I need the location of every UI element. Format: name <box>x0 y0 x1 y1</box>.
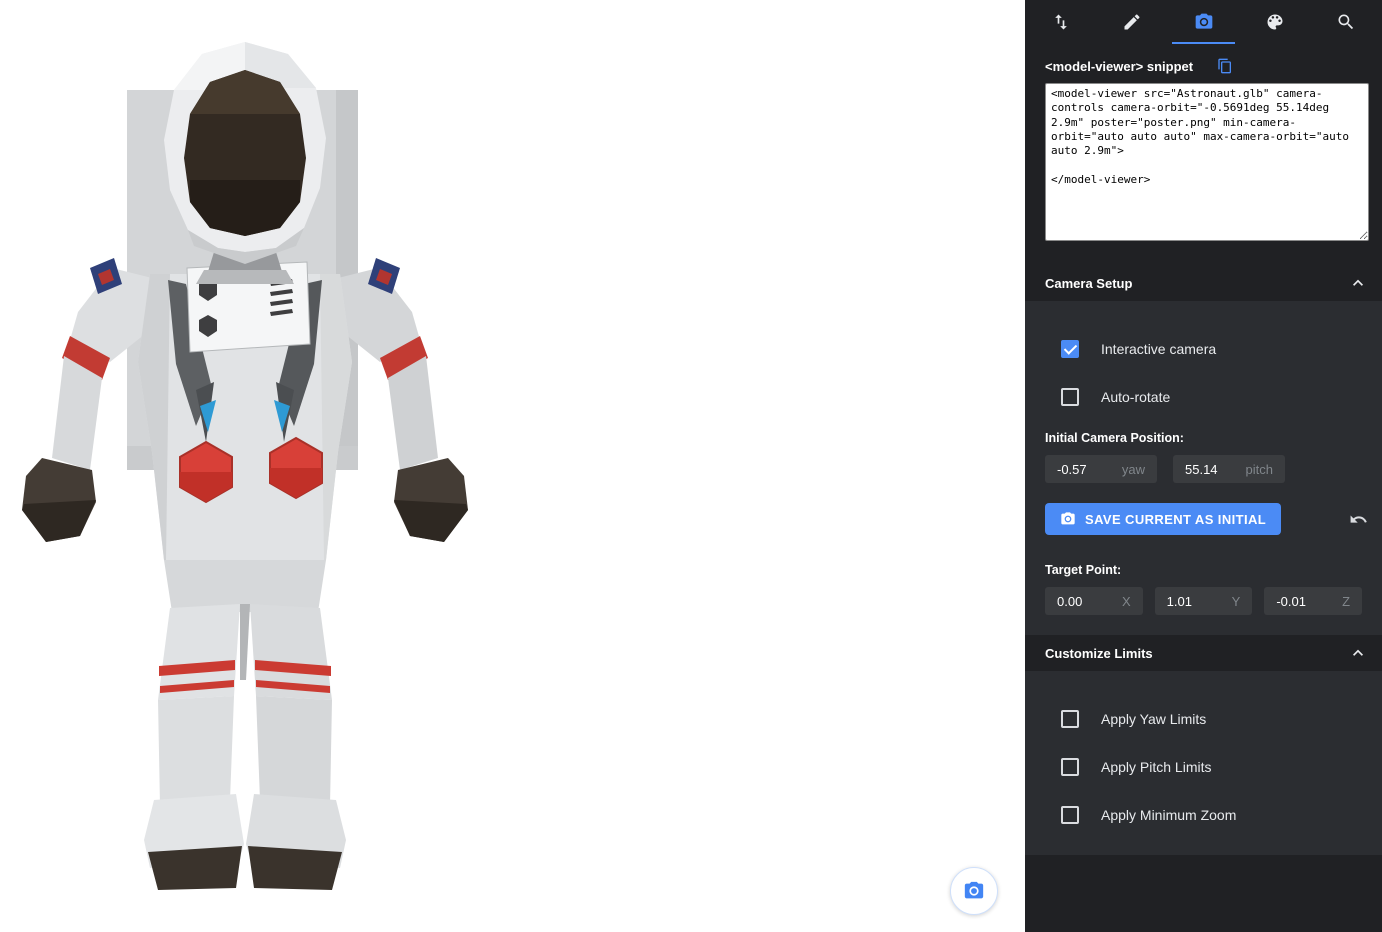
save-button-label: SAVE CURRENT AS INITIAL <box>1085 512 1266 527</box>
apply-pitch-limits-checkbox-row[interactable]: Apply Pitch Limits <box>1025 743 1382 791</box>
save-initial-row: SAVE CURRENT AS INITIAL <box>1025 483 1382 539</box>
panel-tab-bar <box>1025 0 1382 44</box>
pitch-value: 55.14 <box>1185 462 1218 477</box>
apply-yaw-limits-label: Apply Yaw Limits <box>1101 711 1206 727</box>
camera-setup-title: Camera Setup <box>1045 276 1132 291</box>
camera-icon <box>963 880 985 902</box>
yaw-suffix: yaw <box>1122 462 1145 477</box>
apply-pitch-limits-checkbox[interactable] <box>1061 758 1079 776</box>
apply-minimum-zoom-label: Apply Minimum Zoom <box>1101 807 1236 823</box>
snippet-header: <model-viewer> snippet <box>1025 44 1382 83</box>
tab-inspector[interactable] <box>1311 0 1382 44</box>
target-x-field[interactable]: 0.00 X <box>1045 587 1143 615</box>
auto-rotate-checkbox-row[interactable]: Auto-rotate <box>1025 373 1382 421</box>
target-y-field[interactable]: 1.01 Y <box>1155 587 1253 615</box>
target-point-fields: 0.00 X 1.01 Y -0.01 Z <box>1025 587 1382 615</box>
tab-file-controls[interactable] <box>1025 0 1096 44</box>
target-y-value: 1.01 <box>1167 594 1192 609</box>
target-y-suffix: Y <box>1232 594 1241 609</box>
target-x-suffix: X <box>1122 594 1131 609</box>
model-viewer-editor: <model-viewer> snippet <model-viewer src… <box>0 0 1382 932</box>
save-current-as-initial-button[interactable]: SAVE CURRENT AS INITIAL <box>1045 503 1281 535</box>
apply-pitch-limits-label: Apply Pitch Limits <box>1101 759 1211 775</box>
chevron-up-icon <box>1348 273 1368 293</box>
snippet-code-textarea[interactable]: <model-viewer src="Astronaut.glb" camera… <box>1045 83 1369 241</box>
tab-materials[interactable] <box>1239 0 1310 44</box>
pitch-field[interactable]: 55.14 pitch <box>1173 455 1285 483</box>
copy-snippet-button[interactable] <box>1217 58 1233 74</box>
customize-limits-body: Apply Yaw Limits Apply Pitch Limits Appl… <box>1025 671 1382 855</box>
interactive-camera-label: Interactive camera <box>1101 341 1216 357</box>
target-x-value: 0.00 <box>1057 594 1082 609</box>
camera-setup-header[interactable]: Camera Setup <box>1025 265 1382 301</box>
interactive-camera-checkbox[interactable] <box>1061 340 1079 358</box>
pitch-suffix: pitch <box>1246 462 1273 477</box>
snippet-title: <model-viewer> snippet <box>1045 59 1193 74</box>
chevron-up-icon <box>1348 643 1368 663</box>
apply-yaw-limits-checkbox-row[interactable]: Apply Yaw Limits <box>1025 695 1382 743</box>
tab-edit[interactable] <box>1096 0 1167 44</box>
initial-camera-position-label: Initial Camera Position: <box>1025 421 1382 455</box>
initial-camera-position-fields: -0.57 yaw 55.14 pitch <box>1025 455 1382 483</box>
target-z-value: -0.01 <box>1276 594 1306 609</box>
auto-rotate-checkbox[interactable] <box>1061 388 1079 406</box>
camera-icon <box>1194 12 1214 32</box>
editor-panel: <model-viewer> snippet <model-viewer src… <box>1025 0 1382 932</box>
copy-icon <box>1217 58 1233 74</box>
search-icon <box>1336 12 1356 32</box>
apply-yaw-limits-checkbox[interactable] <box>1061 710 1079 728</box>
apply-minimum-zoom-checkbox-row[interactable]: Apply Minimum Zoom <box>1025 791 1382 839</box>
customize-limits-header[interactable]: Customize Limits <box>1025 635 1382 671</box>
tab-camera[interactable] <box>1168 0 1239 44</box>
interactive-camera-checkbox-row[interactable]: Interactive camera <box>1025 325 1382 373</box>
yaw-field[interactable]: -0.57 yaw <box>1045 455 1157 483</box>
camera-icon <box>1060 511 1076 527</box>
undo-icon <box>1349 510 1368 529</box>
target-z-field[interactable]: -0.01 Z <box>1264 587 1362 615</box>
auto-rotate-label: Auto-rotate <box>1101 389 1170 405</box>
edit-icon <box>1122 12 1142 32</box>
model-viewport[interactable] <box>0 0 1025 932</box>
astronaut-model <box>0 28 500 890</box>
camera-setup-body: Interactive camera Auto-rotate Initial C… <box>1025 301 1382 635</box>
revert-camera-button[interactable] <box>1349 510 1368 529</box>
apply-minimum-zoom-checkbox[interactable] <box>1061 806 1079 824</box>
import-export-icon <box>1051 12 1071 32</box>
customize-limits-title: Customize Limits <box>1045 646 1153 661</box>
palette-icon <box>1265 12 1285 32</box>
target-z-suffix: Z <box>1342 594 1350 609</box>
screenshot-fab-button[interactable] <box>950 867 998 915</box>
yaw-value: -0.57 <box>1057 462 1087 477</box>
target-point-label: Target Point: <box>1025 553 1382 587</box>
